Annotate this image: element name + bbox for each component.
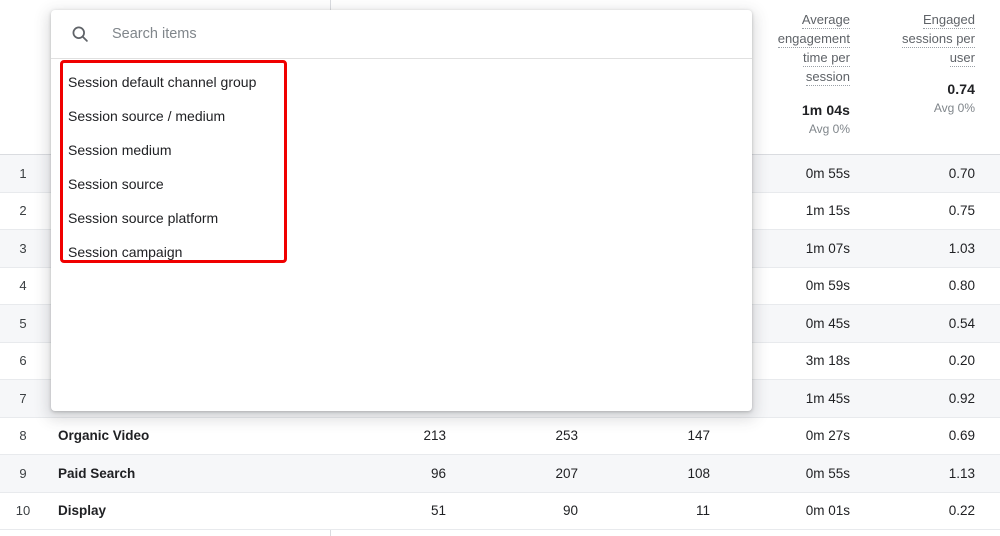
row-metric-value: 0m 55s (805, 465, 850, 481)
row-index: 2 (19, 203, 27, 219)
row-metric-value: 1.03 (948, 240, 975, 256)
row-metric-value: 51 (430, 503, 446, 519)
dimension-item[interactable]: Session medium (51, 133, 752, 167)
metric-header-line: user (949, 50, 975, 67)
row-index: 1 (19, 165, 27, 181)
row-metric-value: 0.70 (948, 165, 975, 181)
row-dimension-label[interactable]: Paid Search (58, 455, 135, 492)
row-index: 8 (19, 428, 27, 444)
dimension-item-label: Session source / medium (68, 108, 226, 124)
row-metric-value: 0.54 (948, 315, 975, 331)
metric-column-avg-engagement-time: Average engagement time per session 1m 0… (736, 10, 850, 136)
dimension-item[interactable]: Session campaign (51, 235, 752, 269)
search-icon (70, 24, 90, 44)
row-metric-value: 0.80 (948, 278, 975, 294)
dimension-picker-popup[interactable]: Session default channel group Session sou… (51, 10, 752, 411)
row-metric-value: 253 (555, 428, 578, 444)
table-row[interactable]: 10 Display 51 90 11 0m 01s 0.22 (0, 492, 1000, 530)
row-metric-value: 0.75 (948, 203, 975, 219)
table-row[interactable]: 9 Paid Search 96 207 108 0m 55s 1.13 (0, 455, 1000, 493)
row-metric-value: 11 (695, 503, 710, 519)
metric-header-line: sessions per (902, 31, 975, 48)
row-index: 10 (15, 503, 31, 519)
dimension-item-label: Session source (68, 176, 164, 192)
row-metric-value: 1.13 (948, 465, 975, 481)
row-metric-value: 0.92 (948, 390, 975, 406)
row-metric-value: 213 (423, 428, 446, 444)
metric-total-value: 0.74 (947, 81, 975, 97)
search-input[interactable] (112, 26, 652, 42)
metric-header-line: session (805, 69, 850, 86)
row-metric-value: 96 (430, 465, 446, 481)
metric-column-engaged-sessions-per-user: Engaged sessions per user 0.74 Avg 0% (861, 10, 975, 115)
row-dimension-label[interactable]: Organic Video (58, 418, 149, 455)
row-index: 4 (19, 278, 27, 294)
search-row[interactable] (51, 10, 752, 59)
row-metric-value: 90 (562, 503, 578, 519)
dimension-item[interactable]: Session source (51, 167, 752, 201)
row-index: 9 (19, 465, 27, 481)
metric-header-line: time per (803, 50, 850, 67)
table-row[interactable]: 8 Organic Video 213 253 147 0m 27s 0.69 (0, 417, 1000, 455)
row-index: 7 (19, 390, 27, 406)
dimension-item-label: Session campaign (68, 244, 183, 260)
metric-header-line: Engaged (922, 12, 975, 29)
row-metric-value: 0.22 (948, 503, 975, 519)
metric-total-value: 1m 04s (801, 102, 850, 118)
dimension-item[interactable]: Session source platform (51, 201, 752, 235)
metric-header-line: engagement (777, 31, 850, 48)
dimension-item-label: Session default channel group (68, 74, 257, 90)
row-metric-value: 147 (687, 428, 710, 444)
row-metric-value: 108 (687, 465, 710, 481)
dimension-item[interactable]: Session default channel group (51, 65, 752, 99)
row-metric-value: 0.69 (948, 428, 975, 444)
row-index: 3 (19, 240, 27, 256)
row-dimension-label[interactable]: Display (58, 493, 106, 530)
metric-total-comparison: Avg 0% (933, 101, 975, 115)
row-index: 6 (19, 353, 27, 369)
metric-header-group: Average engagement time per session 1m 0… (750, 0, 1000, 155)
dimension-item[interactable]: Session source / medium (51, 99, 752, 133)
metric-total-comparison: Avg 0% (808, 122, 850, 136)
metric-header-label[interactable]: Average engagement time per session (736, 10, 850, 86)
dimension-item-list: Session default channel group Session sou… (51, 59, 752, 269)
metric-header-line: Average (801, 12, 850, 29)
metric-header-label[interactable]: Engaged sessions per user (861, 10, 975, 67)
row-metric-value: 0m 01s (805, 503, 850, 519)
row-index: 5 (19, 315, 27, 331)
row-metric-value: 0.20 (948, 353, 975, 369)
row-metric-value: 0m 27s (805, 428, 850, 444)
dimension-item-label: Session source platform (68, 210, 219, 226)
dimension-item-label: Session medium (68, 142, 172, 158)
row-metric-value: 207 (555, 465, 578, 481)
